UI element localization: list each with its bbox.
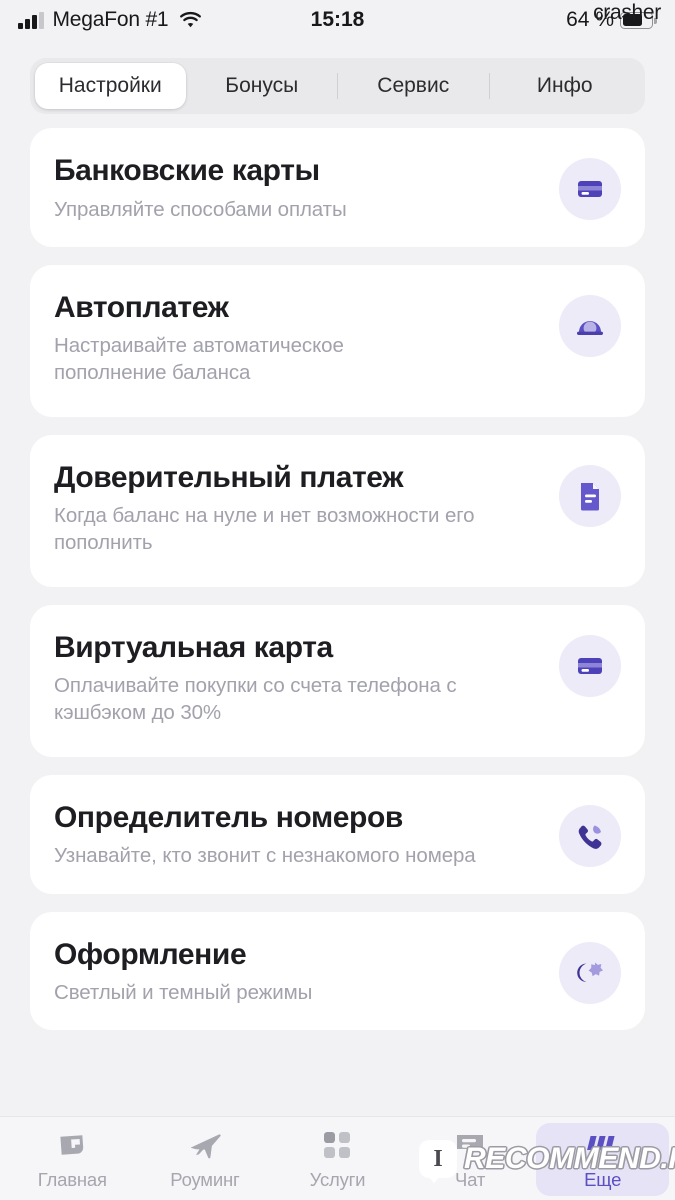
- app-screen: MegaFon #1 15:18 64 % crasher Настройки: [0, 0, 675, 1200]
- card-text: Виртуальная карта Оплачивайте покупки со…: [54, 631, 559, 726]
- card-subtitle: Узнавайте, кто звонит с незнакомого номе…: [54, 844, 476, 868]
- piggy-bank-icon: [559, 294, 621, 357]
- signal-bars-icon: [18, 11, 44, 29]
- tab-bonuses[interactable]: Бонусы: [187, 63, 338, 109]
- tab-service[interactable]: Сервис: [338, 63, 489, 109]
- card-title: Автоплатеж: [54, 290, 229, 324]
- nav-item-more-label: Еще: [584, 1169, 622, 1190]
- tab-service-label: Сервис: [377, 74, 450, 97]
- card-title: Определитель номеров: [54, 800, 403, 834]
- card-appearance[interactable]: Оформление Светлый и темный режимы: [30, 911, 645, 1031]
- card-title: Доверительный платеж: [54, 460, 404, 494]
- status-bar: MegaFon #1 15:18 64 % crasher: [0, 0, 675, 40]
- nav-item-more[interactable]: Еще: [536, 1123, 669, 1196]
- nav-item-home-label: Главная: [37, 1169, 107, 1190]
- card-caller-id[interactable]: Определитель номеров Узнавайте, кто звон…: [30, 774, 645, 894]
- battery-percent-label: 64 %: [566, 8, 614, 31]
- card-title: Банковские карты: [54, 154, 320, 187]
- card-text: Банковские карты Управляйте способами оп…: [54, 154, 559, 223]
- battery-icon: [620, 11, 657, 29]
- tab-info[interactable]: Инфо: [490, 63, 641, 109]
- grid-squares-icon: [321, 1128, 353, 1162]
- card-subtitle: Оплачивайте покупки со счета телефона с …: [54, 674, 457, 724]
- status-bar-left: MegaFon #1: [18, 8, 202, 32]
- tab-settings-label: Настройки: [58, 74, 162, 97]
- chat-bubble-icon: [453, 1128, 487, 1162]
- phone-handset-icon: [559, 804, 621, 867]
- document-icon: [559, 464, 621, 527]
- card-trusted-payment[interactable]: Доверительный платеж Когда баланс на нул…: [30, 434, 645, 587]
- bottom-navigation: Главная Роуминг Услуги Чат Еще: [0, 1116, 675, 1200]
- card-text: Определитель номеров Узнавайте, кто звон…: [54, 801, 559, 870]
- card-text: Доверительный платеж Когда баланс на нул…: [54, 461, 559, 556]
- credit-card-icon: [559, 634, 621, 697]
- card-virtual-card[interactable]: Виртуальная карта Оплачивайте покупки со…: [30, 604, 645, 757]
- more-bars-icon: [585, 1128, 621, 1162]
- nav-item-home[interactable]: Главная: [6, 1123, 139, 1196]
- status-bar-right: 64 %: [566, 8, 657, 32]
- card-autopayment[interactable]: Автоплатеж Настраивайте автоматическое п…: [30, 264, 645, 417]
- card-text: Автоплатеж Настраивайте автоматическое п…: [54, 291, 559, 386]
- tab-bonuses-label: Бонусы: [225, 74, 299, 97]
- nav-item-roaming-label: Роуминг: [170, 1169, 240, 1190]
- tab-settings[interactable]: Настройки: [35, 63, 186, 109]
- card-subtitle: Управляйте способами оплаты: [54, 197, 347, 221]
- moon-sun-icon: [559, 941, 621, 1004]
- settings-card-list: Банковские карты Управляйте способами оп…: [0, 122, 675, 1116]
- megafon-logo-icon: [55, 1128, 89, 1162]
- nav-item-services[interactable]: Услуги: [271, 1123, 404, 1196]
- nav-item-chat[interactable]: Чат: [404, 1123, 537, 1196]
- card-subtitle: Когда баланс на нуле и нет возможности е…: [54, 504, 475, 554]
- card-bank-cards[interactable]: Банковские карты Управляйте способами оп…: [30, 128, 645, 247]
- tab-bar: Настройки Бонусы Сервис Инфо: [30, 58, 645, 114]
- card-text: Оформление Светлый и темный режимы: [54, 938, 559, 1007]
- card-title: Оформление: [54, 937, 247, 971]
- nav-item-services-label: Услуги: [309, 1169, 366, 1190]
- tab-info-label: Инфо: [536, 74, 593, 97]
- card-subtitle: Светлый и темный режимы: [54, 981, 313, 1005]
- airplane-icon: [188, 1128, 222, 1162]
- nav-item-chat-label: Чат: [455, 1169, 486, 1190]
- carrier-label: MegaFon #1: [52, 8, 169, 31]
- wifi-icon: [177, 11, 202, 29]
- card-subtitle: Настраивайте автоматическое пополнение б…: [54, 334, 344, 384]
- tab-bar-container: Настройки Бонусы Сервис Инфо: [0, 40, 675, 122]
- nav-item-roaming[interactable]: Роуминг: [139, 1123, 272, 1196]
- credit-card-icon: [559, 158, 621, 220]
- card-title: Виртуальная карта: [54, 630, 333, 664]
